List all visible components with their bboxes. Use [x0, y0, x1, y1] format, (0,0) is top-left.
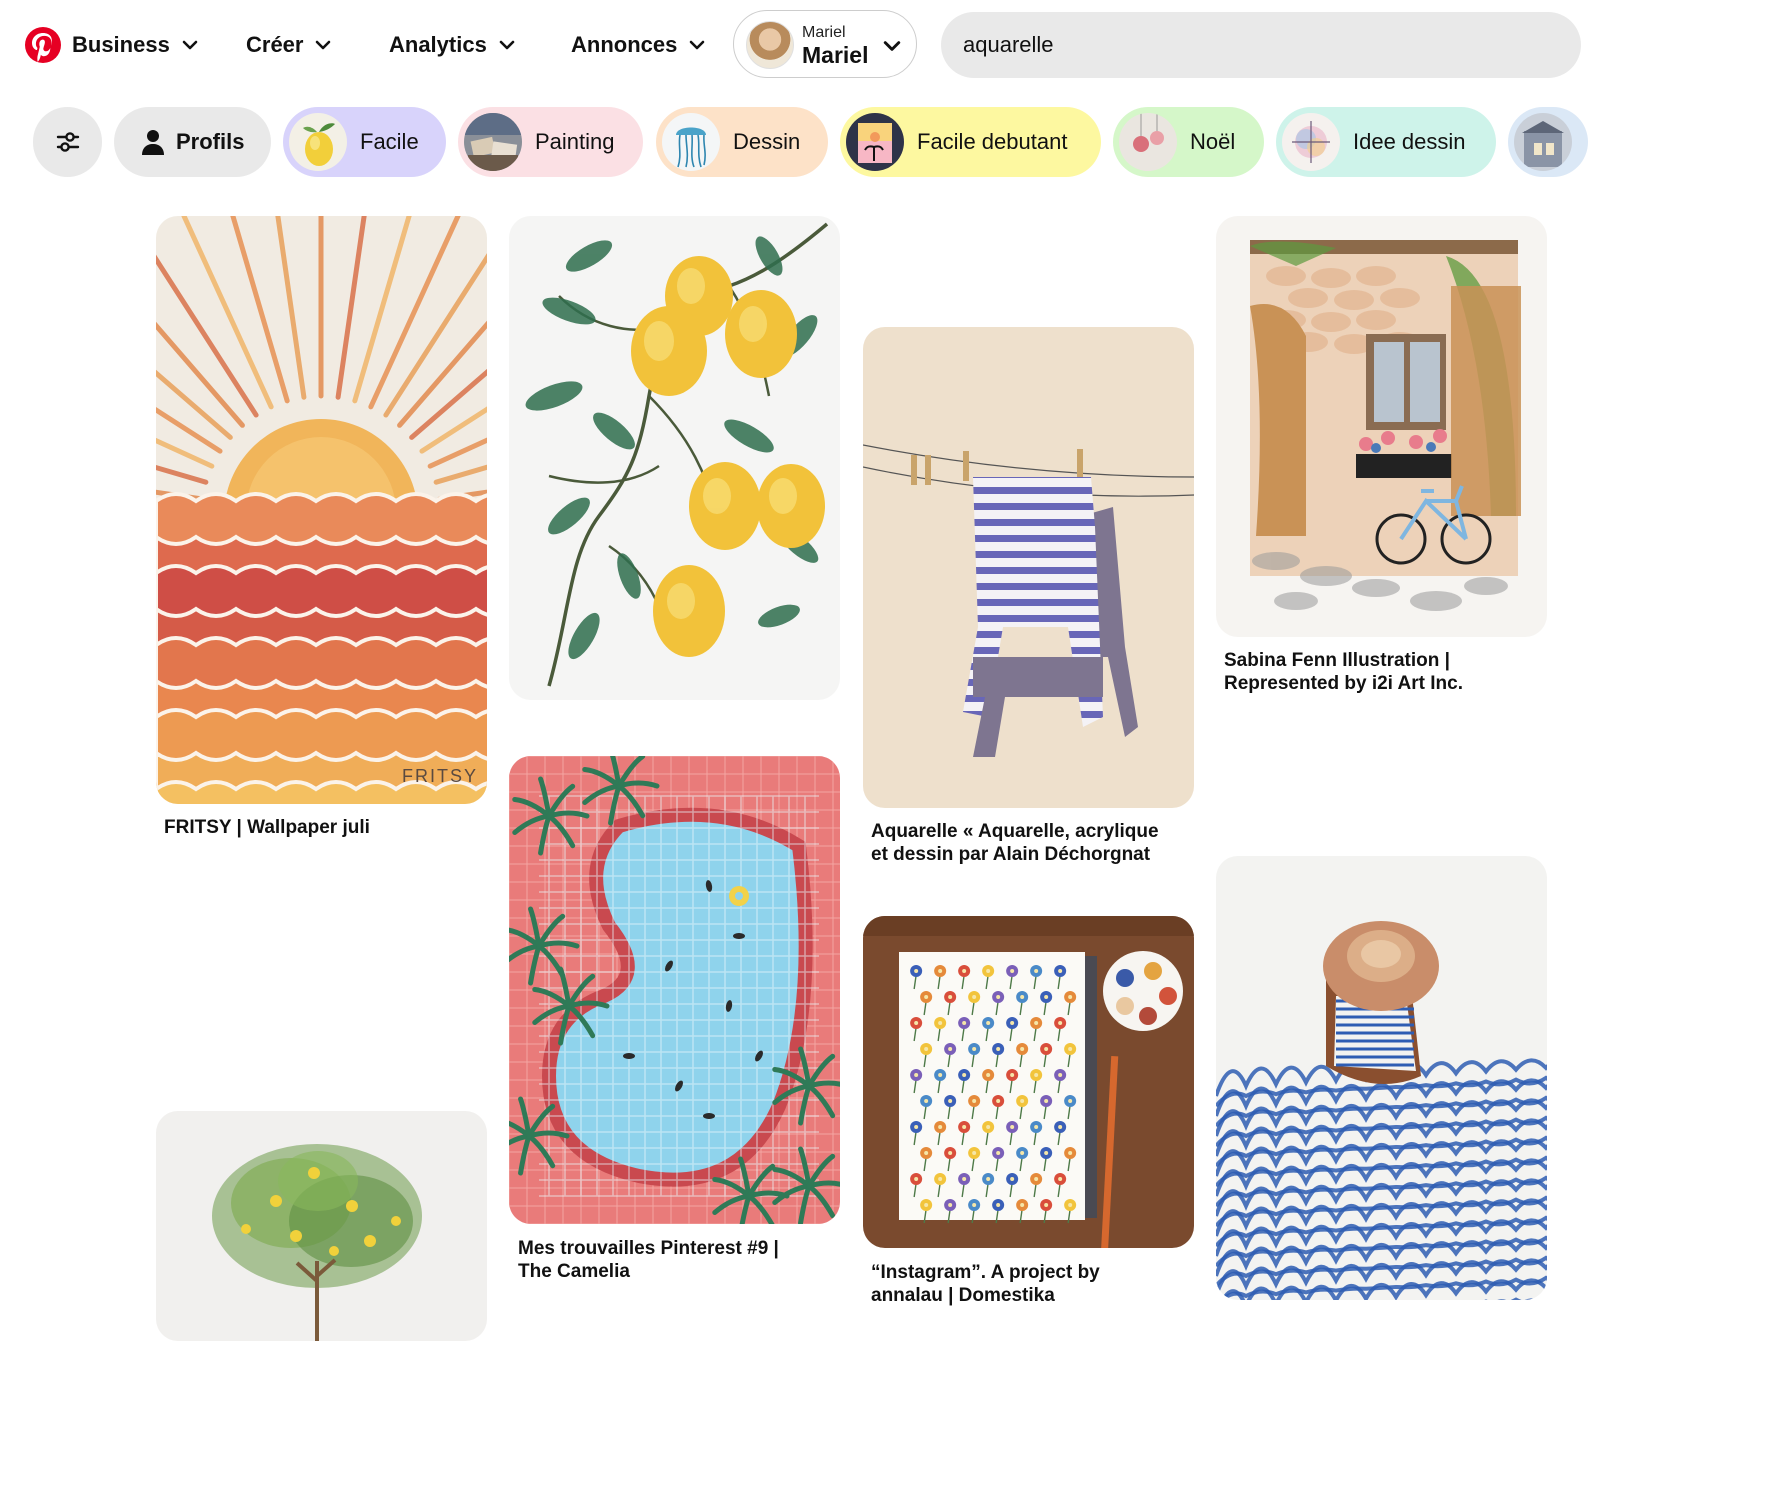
nav-analytics[interactable]: Analytics	[389, 28, 515, 62]
nav-creer[interactable]: Créer	[246, 28, 331, 62]
chip-facile[interactable]: Facile	[283, 107, 446, 177]
nav-creer-label: Créer	[246, 32, 304, 57]
account-name: Mariel	[802, 42, 869, 68]
pool-artwork	[509, 756, 840, 1224]
nav-annonces-label: Annonces	[571, 32, 678, 57]
avatar	[746, 21, 794, 69]
pin-caption[interactable]: Mes trouvailles Pinterest #9 | The Camel…	[518, 1237, 828, 1283]
person-icon	[142, 130, 164, 155]
chip-profils[interactable]: Profils	[114, 107, 271, 177]
pin-caption-line: et dessin par Alain Déchorgnat	[871, 844, 1151, 865]
sliders-icon	[56, 132, 79, 152]
pin-caption-line: Mes trouvailles Pinterest #9 |	[518, 1238, 779, 1259]
pin-caption-line: Aquarelle « Aquarelle, acrylique	[871, 821, 1159, 842]
fritsy-watermark: FRITSY	[402, 766, 479, 786]
pin-woman-hat-image[interactable]	[1216, 856, 1547, 1300]
chip-painting[interactable]: Painting	[458, 107, 643, 177]
top-navigation-bar: Business Créer Analytics Annonces Mariel…	[0, 0, 1581, 90]
chip-facile-debutant-label: Facile debutant	[917, 129, 1068, 154]
chip-more[interactable]	[1508, 107, 1588, 177]
chip-dessin-label: Dessin	[733, 129, 801, 154]
pin-caption-line: Represented by i2i Art Inc.	[1224, 673, 1463, 694]
pin-sun-waves-image[interactable]: FRITSY	[156, 216, 487, 804]
pin-caption[interactable]: “Instagram”. A project by annalau | Dome…	[871, 1261, 1191, 1307]
pin-lemons-image[interactable]	[509, 216, 840, 700]
pin-caption-line: annalau | Domestika	[871, 1285, 1055, 1306]
pin-notebook-image[interactable]	[863, 916, 1194, 1248]
sun-waves-artwork	[156, 216, 487, 804]
account-switcher[interactable]: Mariel Mariel	[733, 10, 917, 78]
nav-business[interactable]: Business	[72, 28, 198, 62]
pin-caption-line: The Camelia	[518, 1261, 630, 1282]
chevron-down-icon	[316, 40, 331, 50]
nav-analytics-label: Analytics	[389, 32, 487, 57]
nav-business-label: Business	[72, 32, 170, 57]
chevron-down-icon	[182, 40, 198, 50]
filter-button[interactable]	[33, 107, 102, 177]
chip-idee-dessin[interactable]: Idee dessin	[1276, 107, 1496, 177]
chip-idee-dessin-thumbnail	[1282, 113, 1340, 171]
pinterest-logo-icon[interactable]	[25, 27, 61, 63]
pin-tree-image[interactable]	[156, 1111, 487, 1341]
chip-facile-label: Facile	[360, 129, 419, 154]
chip-noel[interactable]: Noël	[1113, 107, 1264, 177]
search-input[interactable]	[963, 12, 1523, 78]
pin-laundry-image[interactable]	[863, 327, 1194, 808]
pin-caption-line: Sabina Fenn Illustration |	[1224, 650, 1450, 671]
nav-annonces[interactable]: Annonces	[571, 28, 705, 62]
chip-painting-thumbnail	[464, 113, 522, 171]
chip-noel-label: Noël	[1190, 129, 1236, 154]
pin-caption[interactable]: Aquarelle « Aquarelle, acrylique et dess…	[871, 820, 1191, 866]
pin-pool-image[interactable]	[509, 756, 840, 1224]
chevron-down-icon	[499, 40, 515, 50]
lemon-branch-artwork	[509, 216, 840, 700]
chip-dessin[interactable]: Dessin	[656, 107, 828, 177]
chevron-down-icon	[883, 41, 901, 51]
chevron-down-icon	[690, 40, 705, 50]
pin-caption[interactable]: Sabina Fenn Illustration | Represented b…	[1224, 649, 1544, 695]
search-bar[interactable]	[941, 12, 1581, 78]
chip-idee-dessin-label: Idee dessin	[1353, 129, 1466, 154]
pin-caption[interactable]: FRITSY | Wallpaper juli	[164, 816, 484, 839]
chip-dessin-thumbnail	[662, 113, 720, 171]
pin-house-image[interactable]	[1216, 216, 1547, 637]
laundry-artwork	[863, 327, 1194, 808]
chip-facile-debutant[interactable]: Facile debutant	[840, 107, 1101, 177]
chip-facile-thumbnail	[289, 113, 347, 171]
woman-hat-artwork	[1216, 856, 1547, 1300]
house-bicycle-artwork	[1216, 216, 1547, 637]
chip-noel-thumbnail	[1119, 113, 1177, 171]
chip-more-thumbnail	[1514, 113, 1572, 171]
chip-painting-label: Painting	[535, 129, 615, 154]
account-name-small: Mariel	[802, 24, 846, 41]
chip-profils-label: Profils	[176, 129, 245, 154]
chip-facile-debutant-thumbnail	[846, 113, 904, 171]
pin-caption-line: “Instagram”. A project by	[871, 1262, 1100, 1283]
flower-notebook-artwork	[863, 916, 1194, 1248]
lemon-tree-artwork	[156, 1111, 487, 1341]
